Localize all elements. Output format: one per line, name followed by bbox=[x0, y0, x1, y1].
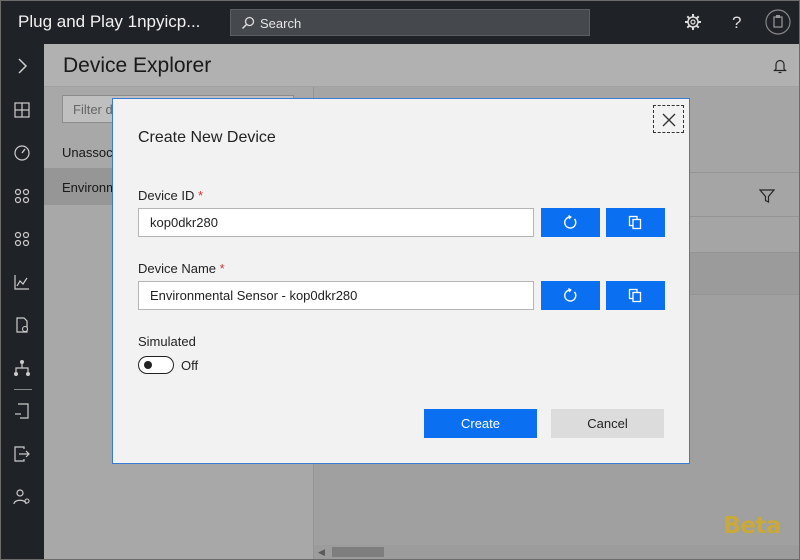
required-mark: * bbox=[219, 261, 225, 276]
device-id-label-text: Device ID bbox=[138, 188, 195, 203]
user-avatar-icon[interactable] bbox=[765, 9, 791, 35]
device-templates-icon[interactable] bbox=[12, 358, 32, 378]
simulated-toggle[interactable] bbox=[138, 356, 174, 374]
search-box[interactable]: Search bbox=[230, 9, 590, 36]
dialog-title: Create New Device bbox=[138, 129, 276, 146]
required-mark: * bbox=[197, 188, 204, 203]
expand-chevron-icon[interactable] bbox=[12, 56, 32, 76]
devices-grid-icon[interactable] bbox=[12, 186, 32, 206]
top-bar: Plug and Play 1npyicp... Search ? bbox=[1, 1, 799, 44]
close-icon bbox=[662, 113, 676, 127]
copy-icon bbox=[628, 215, 642, 230]
device-id-input[interactable] bbox=[138, 208, 534, 237]
search-input[interactable]: Search bbox=[260, 16, 301, 31]
toggle-knob bbox=[144, 361, 152, 369]
gear-icon[interactable] bbox=[682, 11, 704, 33]
create-device-dialog: Create New Device Device ID * Device Nam… bbox=[112, 98, 690, 464]
copy-device-name-button[interactable] bbox=[606, 281, 665, 310]
app-window: Plug and Play 1npyicp... Search ? Device… bbox=[0, 0, 800, 560]
refresh-icon bbox=[564, 215, 577, 229]
nav-separator bbox=[14, 389, 32, 390]
left-nav bbox=[1, 44, 44, 559]
refresh-icon bbox=[564, 288, 577, 302]
cancel-button[interactable]: Cancel bbox=[551, 409, 664, 438]
analytics-icon[interactable] bbox=[12, 272, 32, 292]
svg-text:?: ? bbox=[732, 13, 741, 32]
create-button[interactable]: Create bbox=[424, 409, 537, 438]
device-name-label: Device Name * bbox=[138, 261, 225, 276]
device-id-label: Device ID * bbox=[138, 188, 203, 203]
help-icon[interactable]: ? bbox=[725, 11, 747, 33]
close-button[interactable] bbox=[653, 105, 684, 133]
jobs-icon[interactable] bbox=[12, 315, 32, 335]
copy-icon bbox=[628, 288, 642, 303]
search-icon bbox=[241, 16, 255, 30]
beta-badge: Beta bbox=[723, 513, 781, 539]
gauge-icon[interactable] bbox=[12, 143, 32, 163]
dashboard-icon[interactable] bbox=[12, 100, 32, 120]
device-groups-icon[interactable] bbox=[12, 229, 32, 249]
device-name-label-text: Device Name bbox=[138, 261, 217, 276]
app-title[interactable]: Plug and Play 1npyicp... bbox=[18, 12, 200, 32]
simulated-state-text: Off bbox=[181, 358, 199, 373]
simulated-label: Simulated bbox=[138, 334, 196, 349]
administration-icon[interactable] bbox=[12, 487, 32, 507]
export-icon[interactable] bbox=[12, 444, 32, 464]
regenerate-device-id-button[interactable] bbox=[541, 208, 600, 237]
data-export-icon[interactable] bbox=[12, 401, 32, 421]
device-name-input[interactable] bbox=[138, 281, 534, 310]
regenerate-device-name-button[interactable] bbox=[541, 281, 600, 310]
copy-device-id-button[interactable] bbox=[606, 208, 665, 237]
